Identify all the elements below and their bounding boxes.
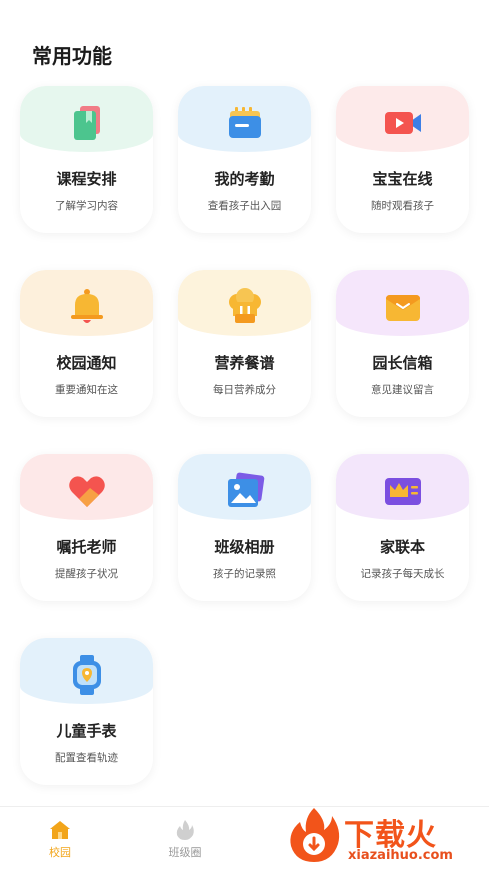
card-name: 课程安排 — [56, 170, 117, 188]
card-name: 我的考勤 — [214, 170, 275, 188]
tab-campus[interactable]: 校园 — [30, 819, 90, 860]
card-class-album[interactable]: 班级相册 孩子的记录照 — [178, 454, 311, 601]
tab-label: 校园 — [49, 846, 71, 859]
tab-class-circle[interactable]: 班级圈 — [155, 819, 215, 860]
card-desc: 查看孩子出入园 — [207, 200, 282, 212]
heart-icon — [69, 476, 105, 507]
card-entrust-teacher[interactable]: 嘱托老师 提醒孩子状况 — [20, 454, 153, 601]
card-desc: 孩子的记录照 — [213, 568, 276, 580]
card-name: 营养餐谱 — [214, 354, 275, 372]
card-principal-mailbox[interactable]: 园长信箱 意见建议留言 — [336, 270, 469, 417]
video-camera-icon — [385, 112, 421, 134]
crown-card-icon — [385, 478, 421, 505]
card-name: 班级相册 — [214, 538, 275, 556]
feature-grid: 课程安排 了解学习内容 我的考勤 查看孩子出入园 宝宝在线 随时观看孩子 校园通… — [20, 86, 470, 785]
card-desc: 了解学习内容 — [55, 200, 118, 212]
card-desc: 配置查看轨迹 — [55, 752, 118, 764]
smartwatch-icon — [73, 655, 101, 695]
card-kids-watch[interactable]: 儿童手表 配置查看轨迹 — [20, 638, 153, 785]
card-attendance[interactable]: 我的考勤 查看孩子出入园 — [178, 86, 311, 233]
fire-logo-icon — [290, 808, 340, 862]
envelope-icon — [386, 295, 420, 321]
card-desc: 重要通知在这 — [55, 384, 118, 396]
card-desc: 随时观看孩子 — [371, 200, 434, 212]
folder-icon — [229, 107, 261, 138]
card-desc: 每日营养成分 — [213, 384, 276, 396]
card-name: 园长信箱 — [372, 354, 433, 372]
card-baby-online[interactable]: 宝宝在线 随时观看孩子 — [336, 86, 469, 233]
watermark-logo: 下载火 xiazaihuo.com — [286, 806, 486, 866]
section-title: 常用功能 — [32, 44, 112, 68]
card-name: 宝宝在线 — [372, 170, 433, 188]
card-nutrition-menu[interactable]: 营养餐谱 每日营养成分 — [178, 270, 311, 417]
card-name: 家联本 — [379, 538, 425, 556]
card-name: 嘱托老师 — [56, 538, 117, 556]
card-desc: 记录孩子每天成长 — [360, 568, 445, 580]
watermark-url: xiazaihuo.com — [348, 848, 453, 863]
card-name: 儿童手表 — [56, 722, 117, 740]
bell-icon — [71, 289, 103, 323]
tab-label: 班级圈 — [168, 846, 202, 859]
chef-hat-icon — [229, 288, 261, 323]
card-home-school-book[interactable]: 家联本 记录孩子每天成长 — [336, 454, 469, 601]
photo-album-icon — [228, 472, 265, 507]
home-icon — [50, 821, 70, 839]
card-campus-notice[interactable]: 校园通知 重要通知在这 — [20, 270, 153, 417]
book-icon — [74, 106, 100, 140]
flame-icon — [176, 820, 194, 840]
card-course-schedule[interactable]: 课程安排 了解学习内容 — [20, 86, 153, 233]
card-desc: 意见建议留言 — [371, 384, 434, 396]
card-name: 校园通知 — [56, 354, 117, 372]
card-desc: 提醒孩子状况 — [55, 568, 118, 580]
